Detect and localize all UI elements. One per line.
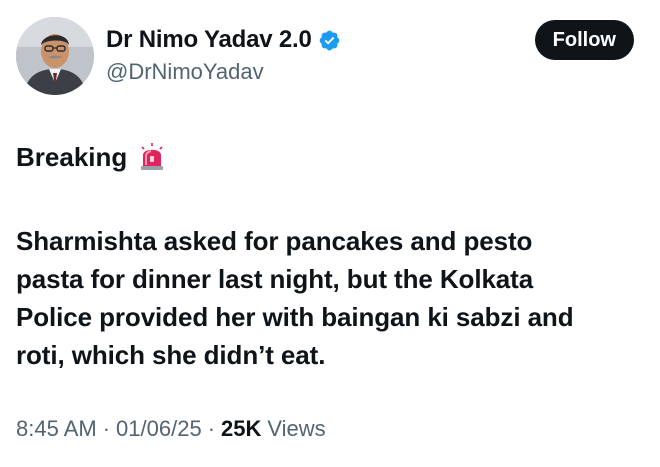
avatar-photo-icon <box>16 17 94 95</box>
tweet-date[interactable]: 01/06/25 <box>116 416 202 442</box>
meta-separator: · <box>102 416 111 441</box>
name-row: Dr Nimo Yadav 2.0 <box>106 23 341 57</box>
tweet-meta: 8:45 AM · 01/06/25 · 25K Views <box>16 416 326 442</box>
siren-icon <box>139 143 165 171</box>
tweet-time[interactable]: 8:45 AM <box>16 416 97 442</box>
views-label: Views <box>267 416 326 441</box>
tweet-text-line: pasta for dinner last night, but the Kol… <box>16 264 534 294</box>
tweet-headline: Breaking <box>16 138 646 176</box>
author-identity: Dr Nimo Yadav 2.0 @DrNimoYadav <box>106 23 341 85</box>
tweet-header: Dr Nimo Yadav 2.0 @DrNimoYadav Follow <box>16 17 634 99</box>
display-name[interactable]: Dr Nimo Yadav 2.0 <box>106 26 312 54</box>
tweet-text-line: Sharmishta asked for pancakes and pesto <box>16 226 533 256</box>
author-handle[interactable]: @DrNimoYadav <box>106 59 341 85</box>
verified-badge-icon <box>318 29 341 52</box>
tweet-text-line: roti, which she didn’t eat. <box>16 340 326 370</box>
tweet-text: Sharmishta asked for pancakes and pesto … <box>16 222 646 374</box>
avatar[interactable] <box>16 17 94 95</box>
headline-text: Breaking <box>16 142 128 172</box>
tweet-body: Breaking Sharmishta asked for pancakes a… <box>16 138 646 374</box>
follow-button[interactable]: Follow <box>534 20 634 60</box>
meta-separator: · <box>207 416 216 441</box>
views-count[interactable]: 25K <box>221 416 261 442</box>
tweet-text-line: Police provided her with baingan ki sabz… <box>16 302 574 332</box>
